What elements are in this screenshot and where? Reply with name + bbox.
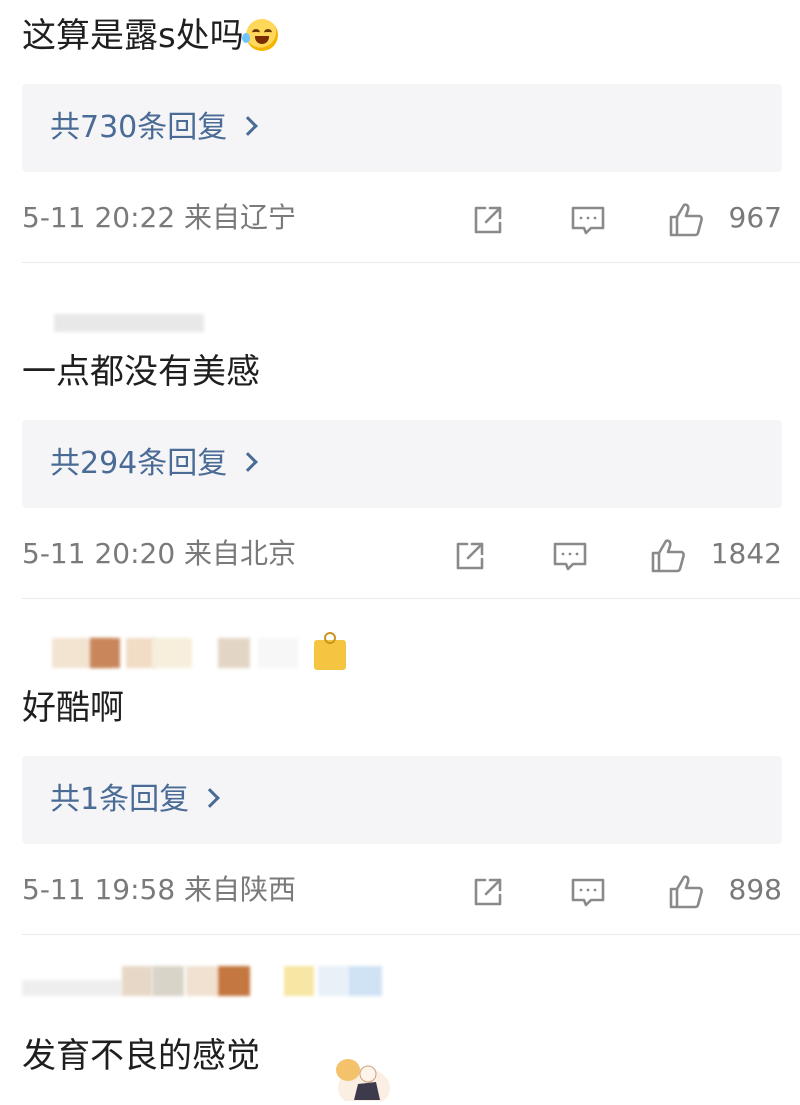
replies-count-label: 共1条回复 <box>50 782 190 817</box>
view-replies-link[interactable]: 共730条回复 <box>50 106 259 150</box>
thumbs-up-icon[interactable] <box>648 536 688 576</box>
comment-text: 发育不良的感觉 <box>22 1036 260 1076</box>
share-icon[interactable] <box>450 536 490 576</box>
comment-icon[interactable] <box>568 872 608 912</box>
like-count: 967 <box>728 201 782 234</box>
username-obscured <box>22 966 402 996</box>
view-replies-link[interactable]: 共294条回复 <box>50 442 259 486</box>
replies-count-label: 共730条回复 <box>50 110 228 145</box>
share-icon[interactable] <box>468 200 508 240</box>
like-count: 898 <box>728 873 782 906</box>
replies-count-label: 共294条回复 <box>50 446 228 481</box>
view-replies-link[interactable]: 共1条回复 <box>50 778 220 822</box>
replies-box[interactable]: 共730条回复 <box>22 84 782 172</box>
comment-meta: 5-11 20:22 来自辽宁 967 <box>22 194 782 242</box>
chevron-right-icon <box>238 116 259 136</box>
comment-text: 好酷啊 <box>22 688 124 728</box>
sticker-icon <box>324 1044 402 1105</box>
thumbs-up-icon[interactable] <box>666 200 706 240</box>
comment-body: 这算是露s处吗 <box>22 16 244 56</box>
username-obscured <box>22 304 402 334</box>
comment-text: 一点都没有美感 <box>22 352 260 392</box>
comment-text: 这算是露s处吗 <box>22 14 278 58</box>
divider <box>22 598 800 599</box>
comment-icon[interactable] <box>550 536 590 576</box>
divider <box>22 262 800 263</box>
comment-icon[interactable] <box>568 200 608 240</box>
replies-box[interactable]: 共1条回复 <box>22 756 782 844</box>
share-icon[interactable] <box>468 872 508 912</box>
replies-box[interactable]: 共294条回复 <box>22 420 782 508</box>
divider <box>22 934 800 935</box>
timestamp-location: 5-11 20:22 来自辽宁 <box>22 201 297 234</box>
badge-icon <box>312 632 348 672</box>
laughing-tears-emoji-icon <box>241 19 278 51</box>
comment-meta: 5-11 20:20 来自北京 1842 <box>22 530 782 578</box>
timestamp-location: 5-11 19:58 来自陕西 <box>22 873 297 906</box>
timestamp-location: 5-11 20:20 来自北京 <box>22 537 297 570</box>
like-count: 1842 <box>710 537 782 570</box>
chevron-right-icon <box>200 788 220 808</box>
comment-meta: 5-11 19:58 来自陕西 898 <box>22 866 782 914</box>
thumbs-up-icon[interactable] <box>666 872 706 912</box>
chevron-right-icon <box>238 452 259 472</box>
